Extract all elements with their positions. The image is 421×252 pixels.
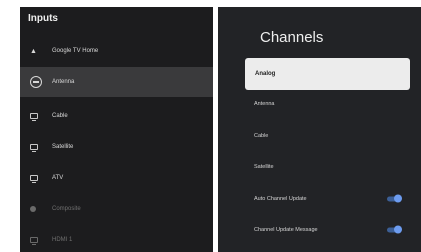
- input-item-composite[interactable]: Composite: [20, 194, 213, 224]
- channel-item-label: Cable: [254, 133, 269, 139]
- input-item-satellite[interactable]: Satellite: [20, 132, 213, 162]
- channel-item-satellite[interactable]: Satellite: [244, 152, 410, 182]
- tv-icon: [30, 175, 48, 183]
- inputs-panel: Inputs ▲ Google TV Home Antenna Cable Sa…: [20, 7, 213, 252]
- input-item-atv[interactable]: ATV: [20, 163, 213, 193]
- auto-channel-update-toggle[interactable]: [387, 194, 402, 203]
- antenna-icon: [30, 76, 48, 88]
- channels-panel: Channels Analog Antenna Cable Satellite …: [218, 7, 421, 252]
- hdmi-icon: [30, 237, 48, 245]
- channel-item-label: Analog: [255, 71, 276, 77]
- channel-update-message-toggle[interactable]: [387, 225, 402, 234]
- home-icon: ▲: [30, 47, 37, 55]
- channel-item-cable[interactable]: Cable: [244, 121, 410, 151]
- input-item-cable[interactable]: Cable: [20, 101, 213, 131]
- input-item-label: Antenna: [52, 79, 75, 85]
- input-item-label: Google TV Home: [52, 48, 99, 54]
- input-item-label: ATV: [52, 175, 64, 181]
- channel-item-label: Auto Channel Update: [254, 196, 307, 202]
- channel-update-message-row[interactable]: Channel Update Message: [244, 215, 410, 245]
- inputs-title: Inputs: [28, 13, 58, 24]
- input-item-google-tv-home[interactable]: ▲ Google TV Home: [20, 36, 213, 66]
- tv-icon: [30, 113, 48, 121]
- input-item-label: HDMI 1: [52, 237, 73, 243]
- tv-icon: [30, 144, 48, 152]
- input-item-label: Satellite: [52, 144, 74, 150]
- composite-icon: [30, 206, 48, 212]
- input-item-label: Cable: [52, 113, 68, 119]
- input-item-hdmi-1[interactable]: HDMI 1: [20, 225, 213, 252]
- channel-item-label: Channel Update Message: [254, 227, 318, 233]
- input-item-antenna[interactable]: Antenna: [20, 67, 213, 97]
- channel-item-label: Satellite: [254, 164, 274, 170]
- channel-item-antenna[interactable]: Antenna: [244, 89, 410, 119]
- channels-title: Channels: [260, 29, 324, 46]
- channel-item-analog[interactable]: Analog: [245, 58, 410, 90]
- auto-channel-update-row[interactable]: Auto Channel Update: [244, 184, 410, 214]
- channel-item-label: Antenna: [254, 101, 275, 107]
- input-item-label: Composite: [52, 206, 81, 212]
